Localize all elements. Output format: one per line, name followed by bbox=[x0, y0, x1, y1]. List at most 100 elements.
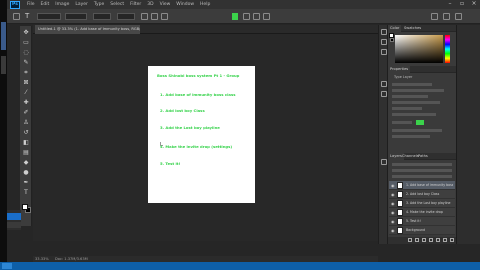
visibility-eye-icon[interactable]: ◉ bbox=[391, 201, 395, 206]
new-layer-icon[interactable] bbox=[443, 238, 447, 242]
frame-tool-icon[interactable]: ⊠ bbox=[22, 79, 30, 87]
transform-row[interactable] bbox=[392, 89, 444, 92]
menu-edit[interactable]: Edit bbox=[38, 2, 53, 7]
layer-blend-row[interactable] bbox=[392, 169, 452, 172]
paragraph-row[interactable] bbox=[392, 129, 442, 132]
character-row[interactable] bbox=[392, 95, 428, 98]
anti-alias-dropdown[interactable] bbox=[117, 13, 135, 20]
panel-background-swatch[interactable] bbox=[390, 38, 394, 42]
menu-3d[interactable]: 3D bbox=[144, 2, 156, 7]
workspace-icon[interactable] bbox=[443, 13, 450, 20]
layer-item[interactable]: ◉ 2. Add lost boy Class bbox=[389, 190, 455, 199]
character-row[interactable] bbox=[392, 101, 440, 104]
menu-type[interactable]: Type bbox=[91, 2, 107, 7]
font-style-dropdown[interactable] bbox=[65, 13, 87, 20]
blur-tool-icon[interactable]: ◆ bbox=[22, 159, 30, 167]
start-button[interactable] bbox=[2, 263, 12, 269]
home-icon[interactable] bbox=[13, 13, 20, 20]
left-panel-item[interactable] bbox=[7, 222, 21, 228]
visibility-eye-icon[interactable]: ◉ bbox=[391, 183, 395, 188]
document-canvas[interactable]: Boss Shinobi boss system Pt 1 - Group 1.… bbox=[148, 66, 255, 203]
menu-window[interactable]: Window bbox=[173, 2, 197, 7]
healing-tool-icon[interactable]: ✚ bbox=[22, 99, 30, 107]
minimize-icon[interactable]: – bbox=[447, 1, 453, 7]
visibility-eye-icon[interactable]: ◉ bbox=[391, 228, 395, 233]
marquee-tool-icon[interactable]: ▭ bbox=[22, 39, 30, 47]
tab-swatches[interactable]: Swatches bbox=[402, 25, 423, 32]
stamp-tool-icon[interactable]: ♙ bbox=[22, 119, 30, 127]
dodge-tool-icon[interactable]: ● bbox=[22, 169, 30, 177]
font-family-dropdown[interactable] bbox=[37, 13, 61, 20]
document-tab[interactable]: Untitled-1 @ 33.3% (1. Add base of Immun… bbox=[35, 25, 140, 34]
visibility-eye-icon[interactable]: ◉ bbox=[391, 210, 395, 215]
move-tool-icon[interactable]: ✥ bbox=[22, 29, 30, 37]
layer-item[interactable]: ◉ 5. Test it! bbox=[389, 217, 455, 226]
align-left-icon[interactable] bbox=[141, 13, 148, 20]
layer-item[interactable]: ◉ 4. Make the invite drop bbox=[389, 208, 455, 217]
adjustments-panel-icon[interactable] bbox=[381, 39, 387, 45]
hue-slider[interactable] bbox=[445, 35, 450, 63]
paragraph-row[interactable] bbox=[392, 135, 430, 138]
canvas-workspace[interactable]: Boss Shinobi boss system Pt 1 - Group 1.… bbox=[33, 34, 378, 241]
character-panel-icon[interactable] bbox=[253, 13, 260, 20]
tab-properties[interactable]: Properties bbox=[388, 66, 411, 73]
libraries-panel-icon[interactable] bbox=[381, 91, 387, 97]
history-brush-tool-icon[interactable]: ↺ bbox=[22, 129, 30, 137]
layer-filter-row[interactable] bbox=[392, 163, 452, 166]
tab-paths[interactable]: Paths bbox=[416, 153, 430, 160]
layer-comps-panel-icon[interactable] bbox=[381, 159, 387, 165]
paragraph-panel-icon[interactable] bbox=[381, 81, 387, 87]
text-color-swatch[interactable] bbox=[232, 13, 238, 20]
layer-lock-row[interactable] bbox=[392, 175, 452, 178]
new-group-icon[interactable] bbox=[436, 238, 440, 242]
menu-image[interactable]: Image bbox=[52, 2, 72, 7]
search-icon[interactable] bbox=[431, 13, 438, 20]
menu-bar: Ps File Edit Image Layer Type Select Fil… bbox=[7, 0, 480, 9]
align-center-icon[interactable] bbox=[151, 13, 158, 20]
tab-color[interactable]: Color bbox=[388, 25, 402, 32]
character-panel-strip-icon[interactable] bbox=[381, 49, 387, 55]
color-picker-field[interactable] bbox=[395, 35, 443, 63]
eyedropper-tool-icon[interactable]: ⁄ bbox=[22, 89, 30, 97]
type-tool-panel-icon[interactable]: T bbox=[22, 189, 30, 197]
visibility-eye-icon[interactable]: ◉ bbox=[391, 192, 395, 197]
pen-tool-icon[interactable]: ✒ bbox=[22, 179, 30, 187]
layer-style-icon[interactable] bbox=[415, 238, 419, 242]
3d-icon[interactable] bbox=[263, 13, 270, 20]
visibility-eye-icon[interactable]: ◉ bbox=[391, 219, 395, 224]
align-right-icon[interactable] bbox=[161, 13, 168, 20]
character-row[interactable] bbox=[392, 107, 422, 110]
menu-file[interactable]: File bbox=[24, 2, 38, 7]
add-mask-icon[interactable] bbox=[422, 238, 426, 242]
adjustment-layer-icon[interactable] bbox=[429, 238, 433, 242]
font-size-field[interactable] bbox=[93, 13, 111, 20]
link-layers-icon[interactable] bbox=[408, 238, 412, 242]
type-tool-icon[interactable]: T bbox=[25, 13, 32, 20]
lasso-tool-icon[interactable]: ◌ bbox=[22, 49, 30, 57]
menu-filter[interactable]: Filter bbox=[127, 2, 144, 7]
menu-help[interactable]: Help bbox=[197, 2, 213, 7]
eraser-tool-icon[interactable]: ◧ bbox=[22, 139, 30, 147]
quick-select-tool-icon[interactable]: ✎ bbox=[22, 59, 30, 67]
close-icon[interactable]: × bbox=[471, 1, 477, 7]
left-panel-active-item[interactable] bbox=[7, 213, 21, 220]
trash-icon[interactable] bbox=[450, 238, 454, 242]
share-icon[interactable] bbox=[455, 13, 462, 20]
history-panel-icon[interactable] bbox=[381, 29, 387, 35]
left-sub-panel bbox=[7, 210, 21, 230]
layer-item[interactable]: ◉ 1. Add base of immunity boss class bbox=[389, 181, 455, 190]
warp-text-icon[interactable] bbox=[243, 13, 250, 20]
foreground-color-swatch[interactable] bbox=[22, 204, 28, 210]
crop-tool-icon[interactable]: ⌗ bbox=[22, 69, 30, 77]
layer-item[interactable]: ◉ 3. Add the Lost boy playline bbox=[389, 199, 455, 208]
layer-item-background[interactable]: ◉ Background bbox=[389, 226, 455, 235]
properties-text-color-swatch[interactable] bbox=[416, 120, 424, 125]
transform-row[interactable] bbox=[392, 83, 432, 86]
maximize-icon[interactable]: ▫ bbox=[459, 1, 465, 7]
menu-select[interactable]: Select bbox=[107, 2, 127, 7]
character-row[interactable] bbox=[392, 113, 436, 116]
gradient-tool-icon[interactable]: ▤ bbox=[22, 149, 30, 157]
menu-layer[interactable]: Layer bbox=[72, 2, 91, 7]
menu-view[interactable]: View bbox=[157, 2, 174, 7]
brush-tool-icon[interactable]: ✐ bbox=[22, 109, 30, 117]
